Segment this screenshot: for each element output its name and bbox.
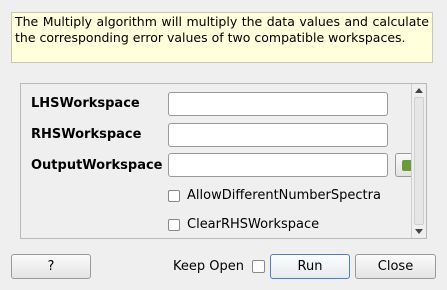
output-workspace-input[interactable] <box>168 153 388 177</box>
checkbox-label: ClearRHSWorkspace <box>187 217 320 232</box>
properties-panel: LHSWorkspace RHSWorkspace OutputWorkspac… <box>20 83 427 239</box>
allow-different-number-spectra-checkbox[interactable]: AllowDifferentNumberSpectra <box>168 188 381 203</box>
rhs-workspace-input[interactable] <box>168 123 388 147</box>
help-button[interactable]: ? <box>11 254 91 279</box>
rhs-workspace-label: RHSWorkspace <box>31 127 142 142</box>
keep-open-label: Keep Open <box>173 259 244 274</box>
scroll-down-icon[interactable] <box>415 229 423 234</box>
algorithm-description: The Multiply algorithm will multiply the… <box>11 12 433 63</box>
checkbox-label: AllowDifferentNumberSpectra <box>187 188 381 203</box>
checkbox-box[interactable] <box>168 189 180 202</box>
lhs-workspace-label: LHSWorkspace <box>31 96 140 111</box>
output-workspace-label: OutputWorkspace <box>31 158 163 173</box>
run-button[interactable]: Run <box>270 254 350 279</box>
vertical-scrollbar[interactable] <box>411 84 426 238</box>
checkbox-box[interactable] <box>168 218 180 231</box>
close-button[interactable]: Close <box>355 254 436 279</box>
keep-open-checkbox[interactable] <box>251 260 265 273</box>
clear-rhs-workspace-checkbox[interactable]: ClearRHSWorkspace <box>168 217 319 232</box>
lhs-workspace-input[interactable] <box>168 92 388 116</box>
scroll-thumb[interactable] <box>414 97 424 225</box>
keep-open-toggle[interactable]: Keep Open <box>173 259 265 274</box>
scroll-up-icon[interactable] <box>415 88 423 93</box>
